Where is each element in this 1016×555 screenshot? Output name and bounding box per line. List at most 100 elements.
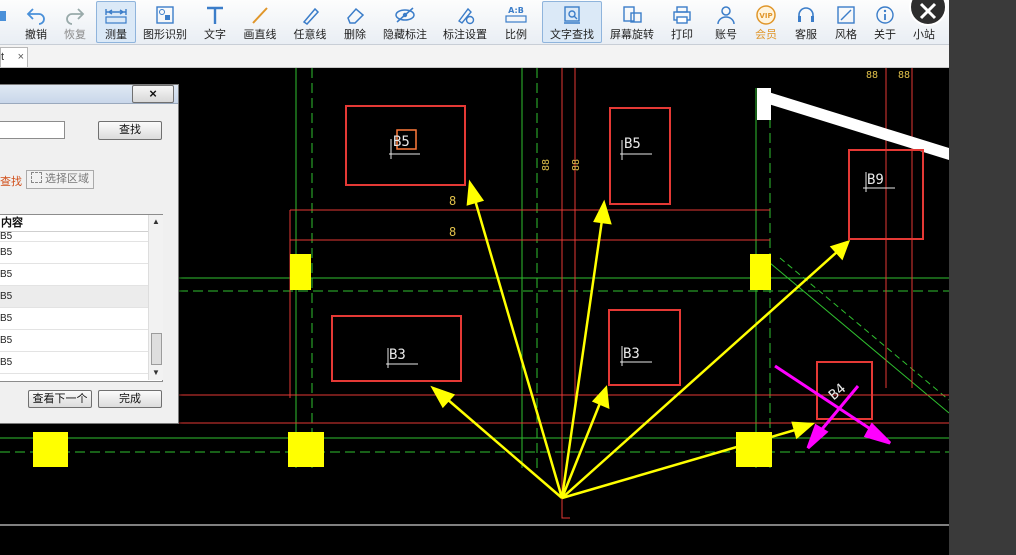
- label-b3-a: B3: [389, 347, 406, 363]
- hide-annotation-label: 隐藏标注: [383, 29, 427, 41]
- rotate-screen-button[interactable]: 屏幕旋转: [608, 2, 656, 42]
- vip-label: 会员: [755, 29, 777, 41]
- document-tab[interactable]: t ×: [0, 47, 28, 67]
- eraser-icon: [347, 7, 365, 24]
- list-item[interactable]: B5: [0, 232, 162, 242]
- results-scrollbar[interactable]: ▲ ▼: [148, 215, 163, 380]
- account-button[interactable]: 账号: [710, 2, 742, 42]
- list-item[interactable]: B5: [0, 308, 162, 330]
- undo-label: 撤销: [25, 29, 47, 41]
- scroll-up-icon[interactable]: ▲: [152, 217, 160, 226]
- shape-recognition-label: 图形识别: [143, 29, 187, 41]
- tab-close-icon[interactable]: ×: [18, 48, 24, 67]
- annotation-settings-button[interactable]: 标注设置: [440, 2, 490, 42]
- redo-label: 恢复: [64, 29, 86, 41]
- select-area-button[interactable]: 选择区域: [26, 170, 94, 189]
- mark-88-a: 88: [541, 159, 552, 171]
- line-icon: [252, 7, 268, 24]
- vip-icon: VIP: [756, 5, 776, 25]
- text-icon: [207, 6, 223, 24]
- mark-88-d: 88: [898, 70, 910, 81]
- select-area-label: 选择区域: [45, 173, 89, 185]
- mark-8-b: 8: [449, 225, 456, 239]
- done-button[interactable]: 完成: [98, 390, 162, 408]
- label-b9: B9: [867, 172, 884, 188]
- list-item[interactable]: B5: [0, 286, 162, 308]
- results-column-header: 内容: [0, 215, 162, 232]
- account-label: 账号: [715, 29, 737, 41]
- measure-button[interactable]: 测量: [96, 1, 136, 43]
- about-button[interactable]: 关于: [869, 2, 901, 42]
- text-tool-label: 文字: [204, 29, 226, 41]
- label-tick-marks: [386, 139, 895, 368]
- print-label: 打印: [671, 29, 693, 41]
- undo-icon: [26, 8, 45, 25]
- search-input[interactable]: [0, 121, 65, 139]
- label-b3-b: B3: [623, 346, 640, 362]
- customer-service-button[interactable]: 客服: [790, 2, 822, 42]
- delete-label: 删除: [344, 29, 366, 41]
- customer-service-label: 客服: [795, 29, 817, 41]
- svg-text:A:B: A:B: [508, 6, 524, 15]
- redo-button[interactable]: 恢复: [57, 2, 93, 42]
- scroll-down-icon[interactable]: ▼: [152, 368, 160, 377]
- about-icon: [876, 6, 894, 24]
- scale-icon: A:B: [505, 6, 527, 23]
- yellow-arrows: [430, 179, 851, 500]
- close-overlay-button[interactable]: [909, 0, 947, 26]
- hide-annotation-icon: [395, 7, 415, 23]
- close-icon: [919, 2, 937, 20]
- annotation-settings-label: 标注设置: [443, 29, 487, 41]
- vip-button[interactable]: VIP 会员: [750, 2, 782, 42]
- scale-button[interactable]: A:B 比例: [499, 2, 533, 42]
- draw-line-label: 画直线: [243, 29, 277, 41]
- results-list: 内容 B5 B5 B5 B5 B5 B5 B5: [0, 214, 163, 382]
- shape-recognition-button[interactable]: 图形识别: [140, 2, 190, 42]
- text-search-button[interactable]: 文字查找: [542, 1, 602, 43]
- list-item[interactable]: B5: [0, 242, 162, 264]
- delete-button[interactable]: 删除: [338, 2, 372, 42]
- about-label: 关于: [874, 29, 896, 41]
- print-button[interactable]: 打印: [666, 2, 698, 42]
- select-area-icon: [31, 172, 42, 183]
- scale-label: 比例: [505, 29, 527, 41]
- text-tool-button[interactable]: 文字: [198, 2, 232, 42]
- list-item[interactable]: B5: [0, 264, 162, 286]
- measure-icon: [105, 9, 127, 24]
- style-label: 风格: [835, 29, 857, 41]
- draw-line-button[interactable]: 画直线: [240, 2, 280, 42]
- right-background-strip: [949, 0, 1016, 555]
- find-button[interactable]: 查找: [98, 121, 162, 140]
- label-b5-a: B5: [393, 134, 410, 150]
- undo-button[interactable]: 撤销: [18, 2, 54, 42]
- shape-recognition-icon: [156, 6, 174, 24]
- white-column-block: [757, 88, 771, 120]
- text-search-label: 文字查找: [550, 29, 594, 41]
- label-b5-b: B5: [624, 136, 641, 152]
- list-item[interactable]: B5: [0, 330, 162, 352]
- list-item[interactable]: B5: [0, 352, 162, 374]
- red-label-boxes: [331, 105, 924, 420]
- freehand-line-button[interactable]: 任意线: [290, 2, 330, 42]
- freehand-icon: [302, 7, 320, 25]
- mark-88-b: 88: [571, 159, 582, 171]
- headset-icon: [798, 7, 814, 22]
- dialog-close-button[interactable]: ×: [132, 85, 174, 103]
- drawing-labels: B5 B5 B9 B3 B3 B4: [389, 134, 884, 404]
- measure-label: 测量: [105, 29, 127, 41]
- search-link[interactable]: 查找: [0, 173, 22, 189]
- redo-icon: [66, 8, 85, 25]
- document-tab-label: t: [1, 51, 5, 63]
- view-next-button[interactable]: 查看下一个: [28, 390, 92, 408]
- text-search-icon: [564, 6, 580, 24]
- print-icon: [673, 6, 691, 24]
- annotation-settings-icon: [457, 7, 475, 25]
- style-button[interactable]: 风格: [830, 2, 862, 42]
- rotate-screen-icon: [623, 6, 642, 23]
- toolbar-item-partial[interactable]: [0, 2, 10, 42]
- freehand-line-label: 任意线: [293, 29, 327, 41]
- hide-annotation-button[interactable]: 隐藏标注: [380, 2, 430, 42]
- rotate-screen-label: 屏幕旋转: [610, 29, 654, 41]
- mark-88-c: 88: [866, 70, 878, 81]
- scroll-thumb[interactable]: [151, 333, 162, 365]
